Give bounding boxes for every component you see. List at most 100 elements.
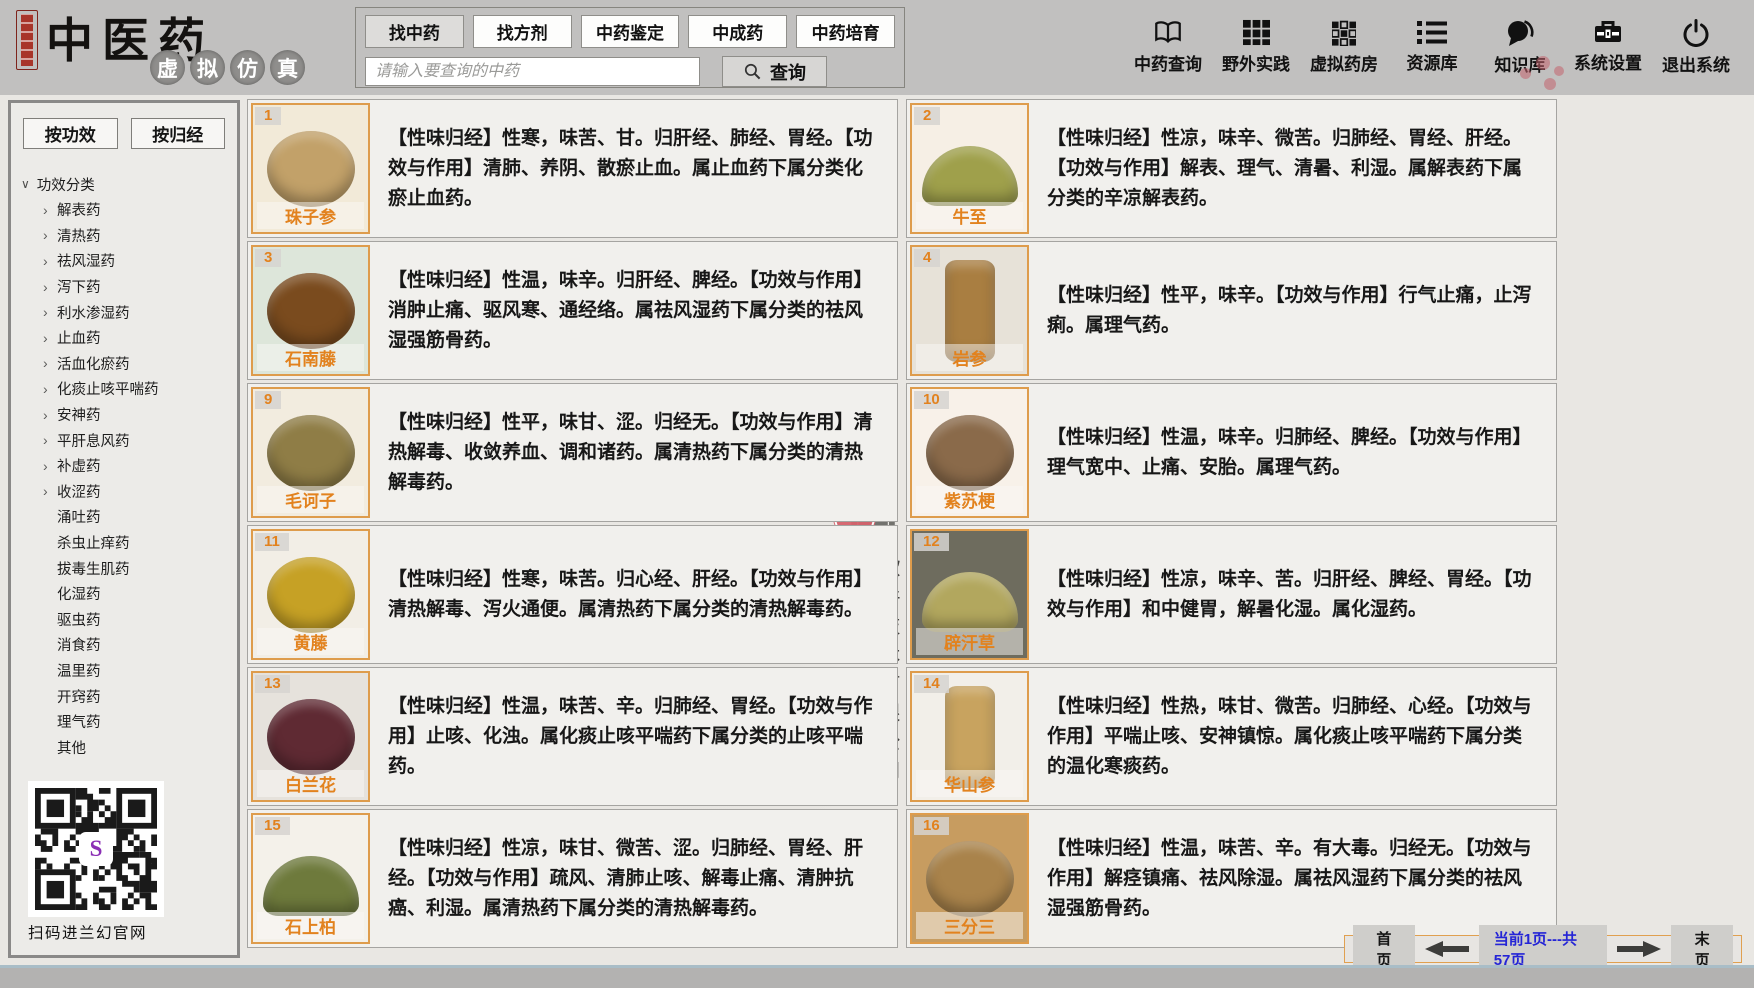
herb-card[interactable]: 14 华山参 【性味归经】性热，味甘、微苦。归肺经、心经。【功效与作用】平喘止咳… bbox=[906, 667, 1557, 806]
qr-block: S 扫码进兰幻官网 bbox=[28, 781, 178, 943]
herb-card-grid: 1 珠子参 【性味归经】性寒，味苦、甘。归肝经、肺经、胃经。【功效与作用】清肺、… bbox=[247, 99, 1563, 948]
herb-card[interactable]: 11 黄藤 【性味归经】性寒，味苦。归心经、肝经。【功效与作用】清热解毒、泻火通… bbox=[247, 525, 898, 664]
tree-item-label: 理气药 bbox=[57, 711, 101, 732]
sidebar-tree-item[interactable]: ›补虚药 bbox=[21, 453, 237, 479]
sidebar-tree-item[interactable]: ›清热药 bbox=[21, 223, 237, 249]
tab-find-herb[interactable]: 找中药 bbox=[365, 15, 464, 48]
sidebar-tree-item[interactable]: 温里药 bbox=[21, 658, 237, 684]
herb-card[interactable]: 2 牛至 【性味归经】性凉，味辛、微苦。归肺经、胃经、肝经。【功效与作用】解表、… bbox=[906, 99, 1557, 238]
tree-item-label: 拔毒生肌药 bbox=[57, 558, 130, 579]
nav-system-settings[interactable]: 系统设置 bbox=[1564, 19, 1652, 76]
search-tabs: 找中药 找方剂 中药鉴定 中成药 中药培育 bbox=[365, 15, 895, 48]
filter-by-meridian-button[interactable]: 按归经 bbox=[131, 118, 226, 149]
sidebar-tree-item[interactable]: 理气药 bbox=[21, 709, 237, 735]
arrow-left-icon bbox=[1425, 941, 1469, 957]
herb-photo-blob bbox=[267, 131, 355, 207]
next-page-arrow[interactable] bbox=[1617, 941, 1661, 957]
resources-icon bbox=[1417, 19, 1447, 45]
sidebar-tree-item[interactable]: ›祛风湿药 bbox=[21, 248, 237, 274]
sidebar-tree-item[interactable]: ›安神药 bbox=[21, 402, 237, 428]
herb-description: 【性味归经】性温，味苦、辛。归肺经、胃经。【功效与作用】止咳、化浊。属化痰止咳平… bbox=[373, 668, 897, 805]
sidebar-tree-item[interactable]: 化湿药 bbox=[21, 581, 237, 607]
chevron-right-icon: › bbox=[43, 202, 57, 218]
tree-item-label: 开窍药 bbox=[57, 686, 101, 707]
nav-exit-system[interactable]: 退出系统 bbox=[1652, 19, 1740, 76]
tree-item-label: 补虚药 bbox=[57, 455, 101, 476]
herb-description: 【性味归经】性温，味辛。归肝经、脾经。【功效与作用】消肿止痛、驱风寒、通经络。属… bbox=[373, 242, 897, 379]
chevron-right-icon: › bbox=[43, 279, 57, 295]
herb-card[interactable]: 1 珠子参 【性味归经】性寒，味苦、甘。归肝经、肺经、胃经。【功效与作用】清肺、… bbox=[247, 99, 898, 238]
chevron-right-icon: › bbox=[43, 458, 57, 474]
herb-card[interactable]: 9 毛诃子 【性味归经】性平，味甘、涩。归经无。【功效与作用】清热解毒、收敛养血… bbox=[247, 383, 898, 522]
tree-root-effect-category[interactable]: ∨ 功效分类 bbox=[21, 171, 237, 197]
herb-photo-blob bbox=[267, 557, 355, 633]
herb-card[interactable]: 16 三分三 【性味归经】性温，味苦、辛。有大毒。归经无。【功效与作用】解痉镇痛… bbox=[906, 809, 1557, 948]
sidebar-tree-item[interactable]: ›利水渗湿药 bbox=[21, 299, 237, 325]
herb-number: 12 bbox=[914, 533, 949, 551]
search-input[interactable] bbox=[365, 57, 700, 86]
sidebar-tree-item[interactable]: 其他 bbox=[21, 734, 237, 760]
subtitle-char: 拟 bbox=[190, 50, 225, 85]
herb-description: 【性味归经】性寒，味苦。归心经、肝经。【功效与作用】清热解毒、泻火通便。属清热药… bbox=[373, 526, 897, 663]
herb-photo-blob bbox=[263, 856, 359, 916]
herb-card[interactable]: 12 辟汗草 【性味归经】性凉，味辛、苦。归肝经、脾经、胃经。【功效与作用】和中… bbox=[906, 525, 1557, 664]
grid-icon bbox=[1243, 19, 1270, 46]
herb-photo: 10 紫苏梗 bbox=[910, 387, 1029, 518]
sidebar-tree-item[interactable]: 杀虫止痒药 bbox=[21, 530, 237, 556]
subtitle-char: 仿 bbox=[230, 50, 265, 85]
herb-card[interactable]: 13 白兰花 【性味归经】性温，味苦、辛。归肺经、胃经。【功效与作用】止咳、化浊… bbox=[247, 667, 898, 806]
tab-find-formula[interactable]: 找方剂 bbox=[473, 15, 572, 48]
herb-name: 毛诃子 bbox=[257, 486, 364, 513]
tree-item-label: 平肝息风药 bbox=[57, 430, 130, 451]
herb-photo: 4 岩参 bbox=[910, 245, 1029, 376]
chevron-right-icon: › bbox=[43, 483, 57, 499]
sidebar-tree-item[interactable]: 涌吐药 bbox=[21, 504, 237, 530]
nav-resource-library[interactable]: 资源库 bbox=[1388, 19, 1476, 76]
sidebar-tree-item[interactable]: ›解表药 bbox=[21, 197, 237, 223]
nav-virtual-pharmacy[interactable]: 虚拟药房 bbox=[1300, 19, 1388, 76]
herb-description: 【性味归经】性凉，味辛、苦。归肝经、脾经、胃经。【功效与作用】和中健胃，解暑化湿… bbox=[1032, 526, 1556, 663]
nav-herb-query[interactable]: 中药查询 bbox=[1124, 19, 1212, 76]
prev-page-arrow[interactable] bbox=[1425, 941, 1469, 957]
chevron-right-icon: › bbox=[43, 355, 57, 371]
sidebar-tree-item[interactable]: 开窍药 bbox=[21, 683, 237, 709]
herb-name: 白兰花 bbox=[257, 770, 364, 797]
sidebar-tree-item[interactable]: ›化痰止咳平喘药 bbox=[21, 376, 237, 402]
tab-herb-identify[interactable]: 中药鉴定 bbox=[581, 15, 680, 48]
tree-item-label: 消食药 bbox=[57, 634, 101, 655]
herb-number: 11 bbox=[255, 533, 289, 551]
arrow-right-icon bbox=[1617, 941, 1661, 957]
sidebar-tree-item[interactable]: 驱虫药 bbox=[21, 607, 237, 633]
herb-number: 1 bbox=[255, 107, 281, 125]
herb-description: 【性味归经】性温，味辛。归肺经、脾经。【功效与作用】理气宽中、止痛、安胎。属理气… bbox=[1032, 384, 1556, 521]
herb-description: 【性味归经】性热，味甘、微苦。归肺经、心经。【功效与作用】平喘止咳、安神镇惊。属… bbox=[1032, 668, 1556, 805]
herb-photo: 13 白兰花 bbox=[251, 671, 370, 802]
nav-field-practice[interactable]: 野外实践 bbox=[1212, 19, 1300, 76]
filter-by-effect-button[interactable]: 按功效 bbox=[23, 118, 118, 149]
herb-photo-blob bbox=[926, 415, 1014, 491]
sidebar-tree-item[interactable]: ›止血药 bbox=[21, 325, 237, 351]
herb-card[interactable]: 15 石上柏 【性味归经】性凉，味甘、微苦、涩。归肺经、胃经、肝经。【功效与作用… bbox=[247, 809, 898, 948]
herb-photo: 1 珠子参 bbox=[251, 103, 370, 234]
nav-knowledge-base[interactable]: 知识库 bbox=[1476, 19, 1564, 76]
main-area: 按功效 按归经 ∨ 功效分类 ›解表药›清热药›祛风湿药›泻下药›利水渗湿药›止… bbox=[0, 95, 1754, 965]
herb-number: 2 bbox=[914, 107, 940, 125]
tab-herb-cultivation[interactable]: 中药培育 bbox=[796, 15, 895, 48]
herb-photo-blob bbox=[922, 572, 1018, 632]
herb-card[interactable]: 10 紫苏梗 【性味归经】性温，味辛。归肺经、脾经。【功效与作用】理气宽中、止痛… bbox=[906, 383, 1557, 522]
sidebar-tree-item[interactable]: ›平肝息风药 bbox=[21, 427, 237, 453]
sidebar-tree-item[interactable]: 消食药 bbox=[21, 632, 237, 658]
tab-patent-medicine[interactable]: 中成药 bbox=[688, 15, 787, 48]
search-button[interactable]: 查询 bbox=[722, 56, 827, 87]
sidebar-tree-item[interactable]: ›收涩药 bbox=[21, 479, 237, 505]
herb-photo-blob bbox=[926, 841, 1014, 917]
herb-card[interactable]: 3 石南藤 【性味归经】性温，味辛。归肝经、脾经。【功效与作用】消肿止痛、驱风寒… bbox=[247, 241, 898, 380]
top-nav: 中药查询 野外实践 虚拟药房 资源库 知识库 系统设置 退出系统 bbox=[1124, 19, 1740, 76]
sidebar-tree-item[interactable]: 拔毒生肌药 bbox=[21, 555, 237, 581]
herb-description: 【性味归经】性平，味辛。【功效与作用】行气止痛，止泻痢。属理气药。 bbox=[1032, 242, 1556, 379]
herb-card[interactable]: 4 岩参 【性味归经】性平，味辛。【功效与作用】行气止痛，止泻痢。属理气药。 bbox=[906, 241, 1557, 380]
tree-item-label: 化湿药 bbox=[57, 583, 101, 604]
sidebar-tree-item[interactable]: ›活血化瘀药 bbox=[21, 351, 237, 377]
subtitle-char: 真 bbox=[270, 50, 305, 85]
sidebar-tree-item[interactable]: ›泻下药 bbox=[21, 274, 237, 300]
